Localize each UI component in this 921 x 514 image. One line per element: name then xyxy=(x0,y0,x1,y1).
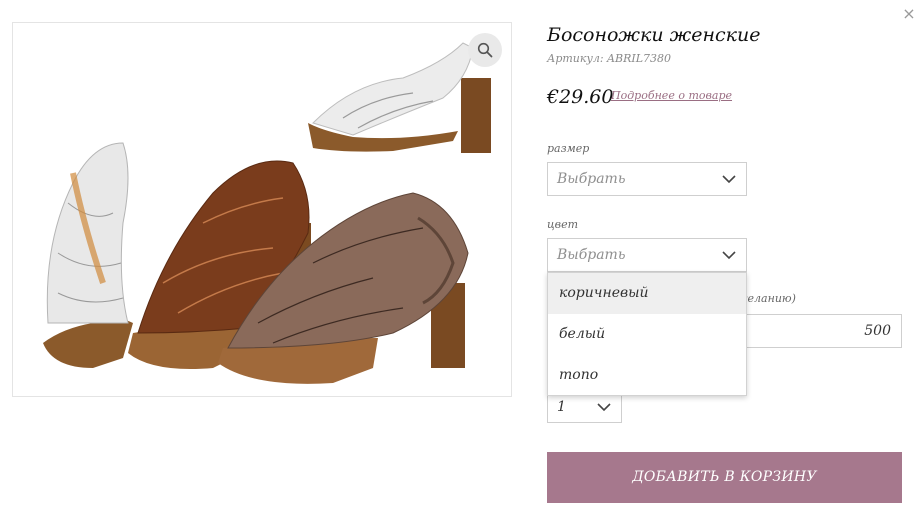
more-details-link[interactable]: Подробнее о товаре xyxy=(611,89,732,102)
product-title: Босоножки женские xyxy=(547,24,761,46)
chevron-down-icon xyxy=(597,403,611,412)
zoom-button[interactable] xyxy=(468,33,502,67)
quantity-select[interactable]: 1 xyxy=(547,393,622,423)
size-select-value: Выбрать xyxy=(557,171,626,187)
sandal-white-large xyxy=(43,142,133,368)
size-label: размер xyxy=(547,142,590,155)
amount-input-value: 500 xyxy=(864,323,891,339)
color-select[interactable]: Выбрать xyxy=(547,238,747,272)
add-to-cart-button[interactable]: ДОБАВИТЬ В КОРЗИНУ xyxy=(547,452,902,503)
search-icon xyxy=(477,42,493,58)
color-label: цвет xyxy=(547,218,579,231)
product-photo-illustration xyxy=(43,42,491,384)
color-dropdown-list: коричневый белый тоno xyxy=(547,272,747,396)
quantity-value: 1 xyxy=(557,399,566,415)
sandal-white-small xyxy=(308,42,491,153)
amount-input[interactable]: 500 xyxy=(735,314,902,348)
product-image xyxy=(12,22,512,397)
close-icon[interactable]: × xyxy=(900,5,918,23)
product-sku: Артикул: ABRIL7380 xyxy=(547,52,671,65)
color-option-brown[interactable]: коричневый xyxy=(548,273,746,314)
color-option-white[interactable]: белый xyxy=(548,314,746,355)
color-select-value: Выбрать xyxy=(557,247,626,263)
chevron-down-icon xyxy=(722,175,736,184)
color-option-tono[interactable]: тоno xyxy=(548,355,746,396)
size-select[interactable]: Выбрать xyxy=(547,162,747,196)
chevron-down-icon xyxy=(722,251,736,260)
product-price: €29.60 xyxy=(547,86,614,108)
